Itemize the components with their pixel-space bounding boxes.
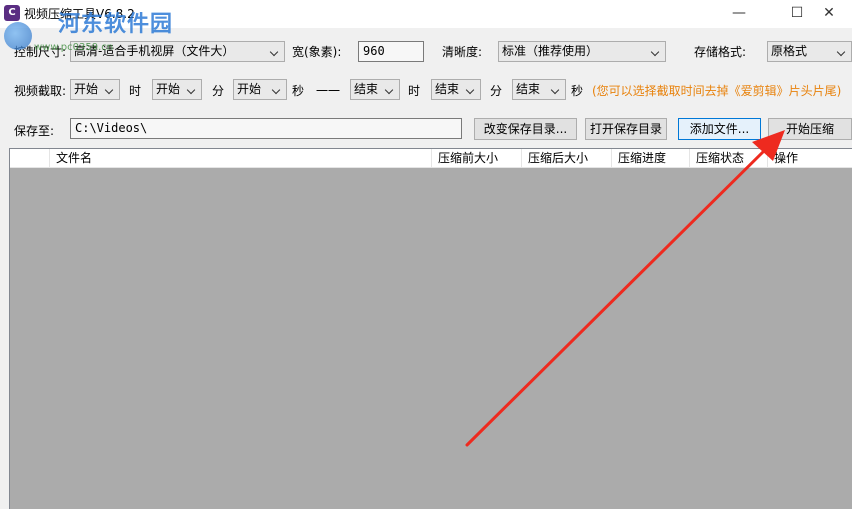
app-icon: C [4,5,20,21]
hour-unit: 时 [129,84,142,98]
watermark-brand: 河东软件园 [58,12,174,37]
end-min-combo[interactable]: 结束 [431,79,481,100]
start-sec-value: 开始 [237,82,262,96]
start-hour-value: 开始 [74,82,99,96]
file-list-header: 文件名 压缩前大小 压缩后大小 压缩进度 压缩状态 操作 [10,149,852,168]
open-dir-button[interactable]: 打开保存目录 [585,118,667,140]
end-min-value: 结束 [435,82,460,96]
column-status[interactable]: 压缩状态 [690,149,768,168]
start-min-value: 开始 [156,82,181,96]
sec-unit: 秒 [571,84,584,98]
column-filename[interactable]: 文件名 [50,149,432,168]
column-checkbox[interactable] [10,149,50,168]
file-list[interactable]: 文件名 压缩前大小 压缩后大小 压缩进度 压缩状态 操作 [9,148,852,509]
sec-unit: 秒 [292,84,305,98]
column-progress[interactable]: 压缩进度 [612,149,690,168]
save-path-input[interactable]: C:\Videos\ [70,118,462,139]
add-file-button[interactable]: 添加文件... [678,118,761,140]
chevron-down-icon [464,80,478,99]
close-button[interactable]: ✕ [806,0,852,28]
end-hour-combo[interactable]: 结束 [350,79,400,100]
chevron-down-icon [649,42,663,61]
chevron-down-icon [383,80,397,99]
width-label: 宽(象素): [292,45,342,59]
start-min-combo[interactable]: 开始 [152,79,202,100]
change-dir-button[interactable]: 改变保存目录... [474,118,577,140]
end-sec-combo[interactable]: 结束 [512,79,566,100]
clarity-label: 清晰度: [442,45,483,59]
clip-hint: (您可以选择截取时间去掉《爱剪辑》片头片尾) [592,84,842,98]
chevron-down-icon [103,80,117,99]
end-hour-value: 结束 [354,82,379,96]
chevron-down-icon [268,42,282,61]
watermark-logo [4,22,32,50]
clarity-combo-value: 标准（推荐使用） [502,44,599,58]
clarity-combo[interactable]: 标准（推荐使用） [498,41,666,62]
chevron-down-icon [835,42,849,61]
format-combo-value: 原格式 [771,44,808,58]
chevron-down-icon [185,80,199,99]
end-sec-value: 结束 [516,82,541,96]
watermark-url: www.pc0359.cn [34,42,114,53]
start-sec-combo[interactable]: 开始 [233,79,287,100]
range-dash: 一一 [316,84,341,98]
hour-unit: 时 [408,84,421,98]
width-input[interactable]: 960 [358,41,424,62]
column-action[interactable]: 操作 [768,149,852,168]
start-compress-button[interactable]: 开始压缩 [768,118,852,140]
save-label: 保存至: [14,124,55,138]
chevron-down-icon [549,80,563,99]
column-size-before[interactable]: 压缩前大小 [432,149,522,168]
format-label: 存储格式: [694,45,747,59]
minimize-button[interactable]: — [716,0,762,28]
clip-label: 视频截取: [14,84,67,98]
chevron-down-icon [270,80,284,99]
min-unit: 分 [490,84,503,98]
start-hour-combo[interactable]: 开始 [70,79,120,100]
column-size-after[interactable]: 压缩后大小 [522,149,612,168]
min-unit: 分 [212,84,225,98]
format-combo[interactable]: 原格式 [767,41,852,62]
